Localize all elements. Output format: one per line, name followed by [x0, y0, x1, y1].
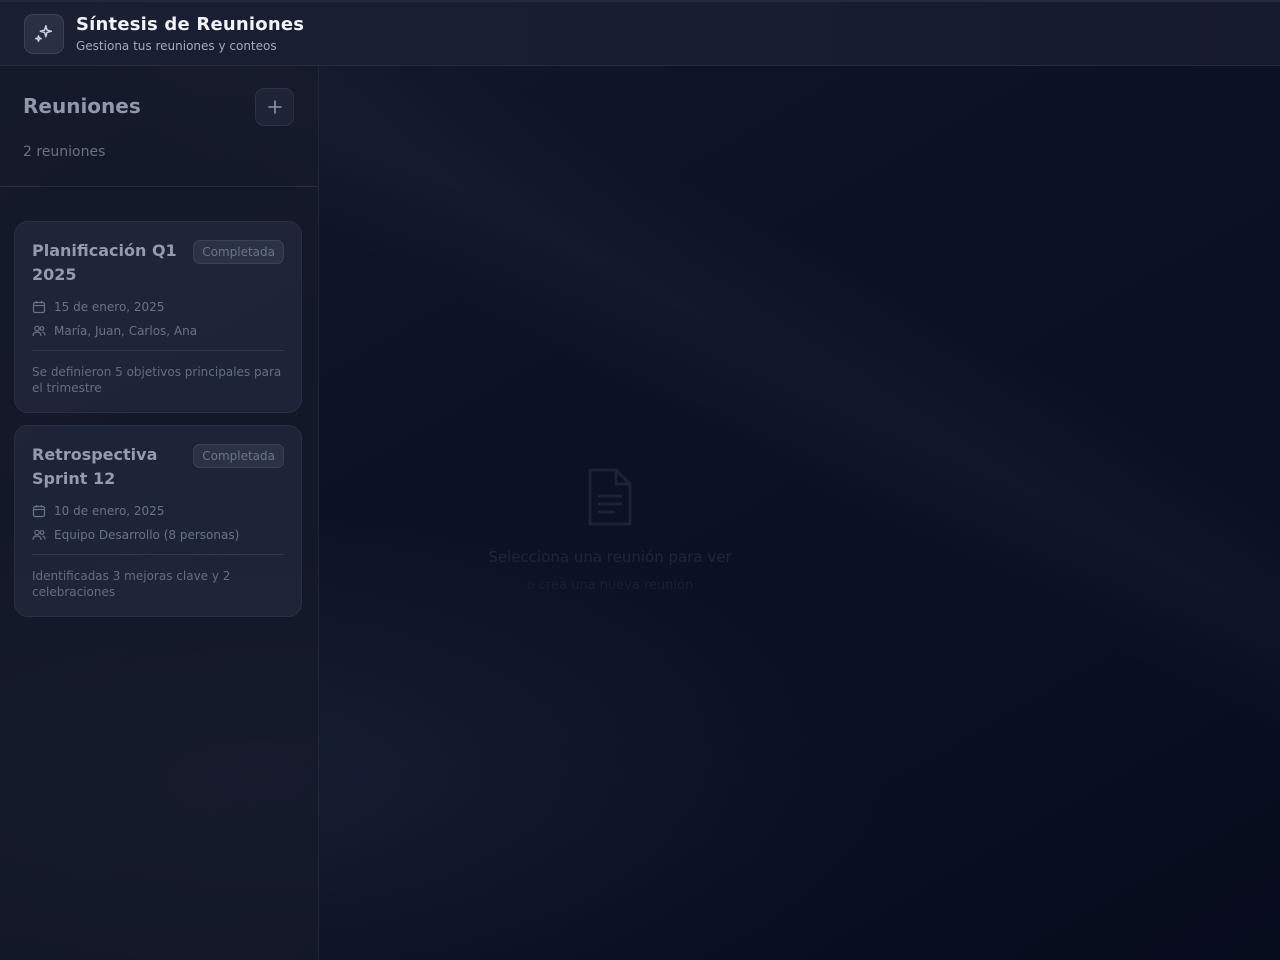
sparkles-icon	[24, 13, 64, 54]
status-badge: Completada	[193, 240, 284, 264]
sidebar-header: Reuniones 2 reuniones	[0, 66, 318, 187]
meeting-count: 2 reuniones	[23, 144, 106, 160]
meetings-sidebar: Reuniones 2 reuniones Planificación Q1 2…	[0, 66, 319, 960]
meeting-title: Retrospectiva Sprint 12	[32, 445, 158, 488]
meeting-participants: María, Juan, Carlos, Ana	[54, 324, 198, 338]
status-badge: Completada	[193, 444, 284, 468]
document-icon	[585, 466, 635, 532]
meeting-date: 15 de enero, 2025	[54, 300, 165, 314]
calendar-icon	[32, 301, 46, 314]
meeting-date: 10 de enero, 2025	[54, 504, 165, 518]
empty-state-title: Selecciona una reunión para ver	[488, 548, 732, 566]
meeting-participants: Equipo Desarrollo (8 personas)	[54, 528, 240, 542]
plus-icon	[267, 100, 282, 114]
app-title: Síntesis de Reuniones	[76, 14, 305, 35]
card-divider	[32, 554, 284, 555]
meeting-participants-row: María, Juan, Carlos, Ana	[32, 324, 197, 338]
meeting-summary: Identificadas 3 mejoras clave y 2 celebr…	[32, 569, 231, 599]
empty-state-subtitle: o crea una nueva reunión	[526, 578, 694, 593]
meeting-summary: Se definieron 5 objetivos principales pa…	[32, 365, 282, 395]
meeting-card[interactable]: Retrospectiva Sprint 12 Completada 10 de…	[14, 425, 302, 617]
add-meeting-button[interactable]	[255, 88, 294, 126]
sidebar-title: Reuniones	[23, 94, 141, 118]
app-header: Síntesis de Reuniones Gestiona tus reuni…	[0, 0, 1280, 66]
meeting-list: Planificación Q1 2025 Completada 15 de e…	[14, 221, 302, 629]
meeting-card[interactable]: Planificación Q1 2025 Completada 15 de e…	[14, 221, 302, 413]
meeting-date-row: 10 de enero, 2025	[32, 504, 164, 518]
meeting-date-row: 15 de enero, 2025	[32, 300, 164, 314]
meeting-participants-row: Equipo Desarrollo (8 personas)	[32, 528, 239, 542]
app-subtitle: Gestiona tus reuniones y conteos	[76, 39, 277, 53]
meeting-detail-panel: Selecciona una reunión para ver o crea u…	[320, 66, 1280, 960]
meeting-title: Planificación Q1 2025	[32, 241, 177, 284]
users-icon	[32, 325, 46, 337]
users-icon	[32, 529, 46, 541]
card-divider	[32, 350, 284, 351]
calendar-icon	[32, 505, 46, 518]
